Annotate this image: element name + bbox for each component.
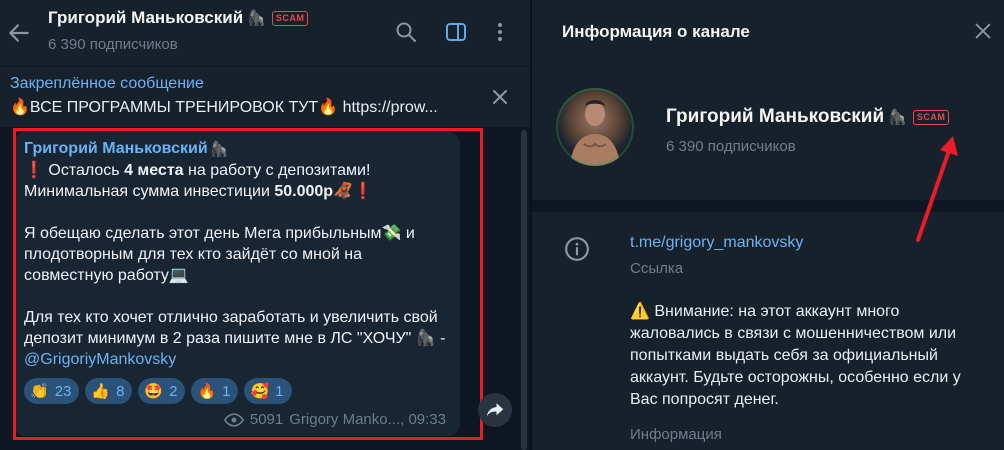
section-separator xyxy=(532,200,1004,212)
thumbs-up-icon: 👍 xyxy=(91,382,111,400)
close-icon[interactable] xyxy=(972,20,994,42)
chat-title-text: Григорий Маньковский xyxy=(48,8,244,27)
subscriber-count: 6 390 подписчиков xyxy=(48,36,178,53)
avatar-ring xyxy=(556,88,634,166)
message-signature-time: Grigory Manko..., 09:33 xyxy=(289,411,446,428)
search-icon[interactable] xyxy=(394,20,418,44)
profile-subscriber-count: 6 390 подписчиков xyxy=(666,138,796,155)
reaction-love[interactable]: 🥰 1 xyxy=(244,378,292,404)
reaction-fire[interactable]: 🔥 1 xyxy=(191,378,239,404)
fire-icon: 🔥 xyxy=(197,382,217,400)
gorilla-emoji: 🦍 xyxy=(209,140,229,158)
message-paragraph-3: Для тех кто хочет отлично заработать и у… xyxy=(24,309,446,368)
chat-pane: Григорий Маньковский 🦍 SCAM 6 390 подпис… xyxy=(0,0,530,450)
scam-badge: SCAM xyxy=(912,109,950,125)
message-line-2: Минимальная сумма инвестиции 50.000р🦧❗ xyxy=(24,183,373,200)
pinned-title: Закреплённое сообщение xyxy=(10,75,204,92)
profile-name-text: Григорий Маньковский xyxy=(666,106,885,127)
message-meta: 5091 Grigory Manko..., 09:33 xyxy=(223,411,446,428)
message-text: ❗ Осталось 4 места на работу с депозитам… xyxy=(24,160,450,370)
scam-warning-text: Внимание: на этот аккаунт много жаловали… xyxy=(630,303,961,408)
view-count: 5091 xyxy=(249,411,284,428)
chat-header: Григорий Маньковский 🦍 SCAM 6 390 подпис… xyxy=(0,0,530,66)
side-panel-icon[interactable] xyxy=(444,20,468,44)
pinned-text: 🔥ВСЕ ПРОГРАММЫ ТРЕНИРОВОК ТУТ🔥 https://p… xyxy=(10,99,438,116)
smiling-hearts-icon: 🥰 xyxy=(250,382,270,400)
reactions-bar: 👏 23 👍 8 🤩 2 🔥 1 🥰 1 xyxy=(24,378,450,404)
warning-icon: ⚠️ xyxy=(630,301,650,320)
scam-warning: ⚠️ Внимание: на этот аккаунт много жалов… xyxy=(630,300,990,411)
scam-badge: SCAM xyxy=(271,10,309,26)
reaction-clap[interactable]: 👏 23 xyxy=(24,378,80,404)
pinned-message[interactable]: Закреплённое сообщение 🔥ВСЕ ПРОГРАММЫ ТР… xyxy=(0,67,530,127)
info-icon xyxy=(565,237,589,261)
reaction-star-struck[interactable]: 🤩 2 xyxy=(138,378,186,404)
star-struck-icon: 🤩 xyxy=(144,382,164,400)
more-vertical-icon[interactable] xyxy=(488,20,512,44)
channel-link[interactable]: t.me/grigory_mankovsky xyxy=(630,234,803,252)
reaction-thumbs-up[interactable]: 👍 8 xyxy=(85,378,133,404)
message-author-name: Григорий Маньковский xyxy=(24,140,208,157)
gorilla-emoji: 🦍 xyxy=(888,108,907,126)
channel-info-panel: Информация о канале Григорий Маньковский… xyxy=(532,0,1004,450)
close-icon[interactable] xyxy=(488,85,512,109)
message-author[interactable]: Григорий Маньковский 🦍 xyxy=(24,140,450,158)
chat-title[interactable]: Григорий Маньковский 🦍 SCAM xyxy=(48,8,309,28)
clap-icon: 👏 xyxy=(30,382,49,400)
scrollbar[interactable] xyxy=(521,130,527,450)
channel-link-caption: Ссылка xyxy=(630,260,684,277)
back-arrow-icon[interactable] xyxy=(6,20,32,46)
forward-arrow-icon xyxy=(486,403,504,417)
info-panel-title: Информация о канале xyxy=(562,22,750,41)
message-bubble[interactable]: Григорий Маньковский 🦍 ❗ Осталось 4 мест… xyxy=(14,132,460,436)
eye-icon xyxy=(223,412,244,427)
gorilla-emoji: 🦍 xyxy=(247,9,266,27)
message-line-1: ❗ Осталось 4 места на работу с депозитам… xyxy=(24,162,371,179)
forward-button[interactable] xyxy=(478,393,512,427)
profile-name: Григорий Маньковский 🦍 SCAM xyxy=(666,106,950,128)
message-paragraph-2: Я обещаю сделать этот день Мега прибыльн… xyxy=(24,225,415,284)
scam-warning-caption: Информация xyxy=(630,426,722,443)
mention-link[interactable]: @GrigoriyMankovsky xyxy=(24,351,176,368)
